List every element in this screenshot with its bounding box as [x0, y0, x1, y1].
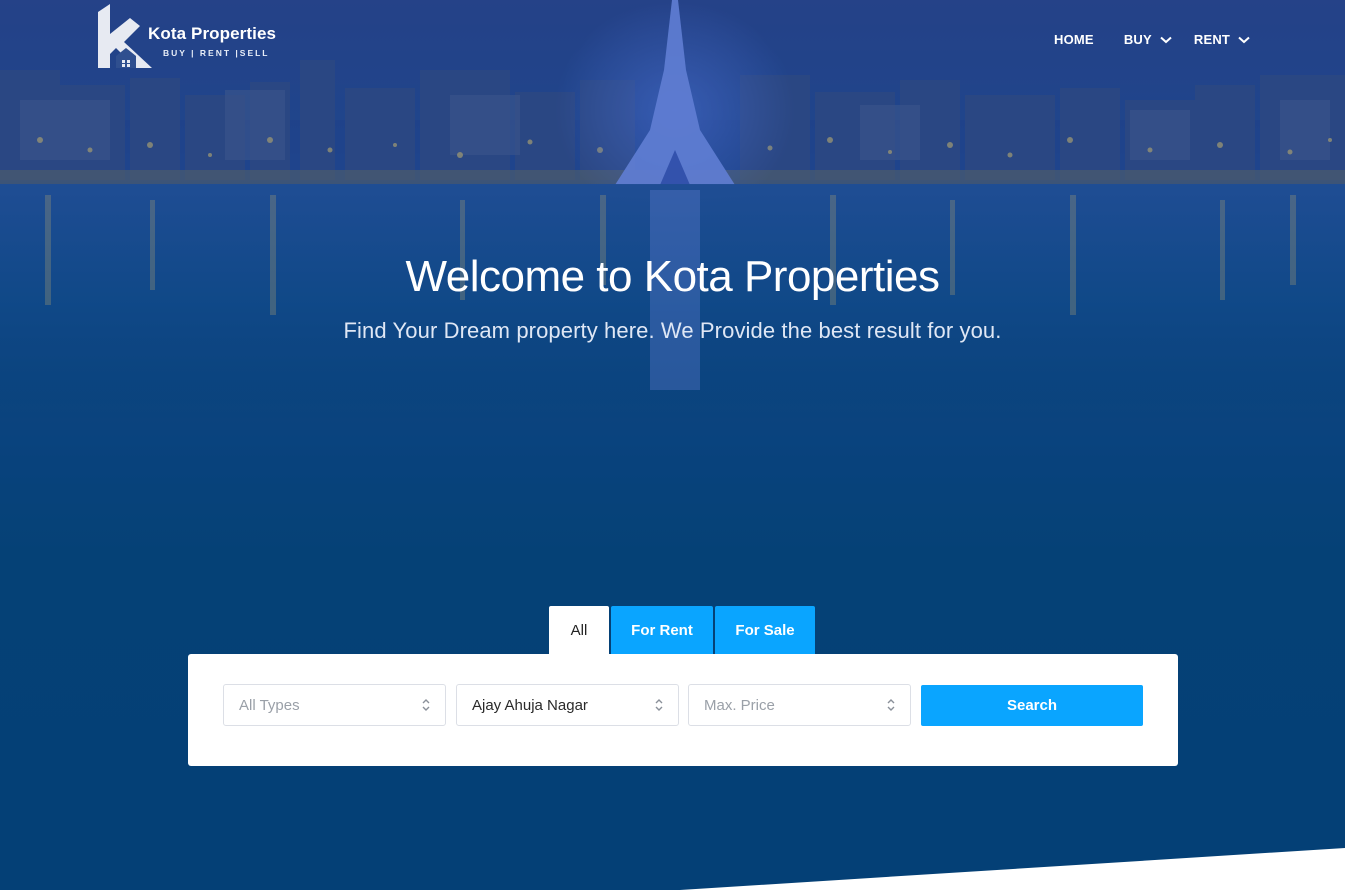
property-type-select[interactable]: All Types: [223, 684, 446, 726]
nav-item-label: HOME: [1054, 32, 1094, 47]
tab-for-sale[interactable]: For Sale: [715, 606, 815, 654]
nav-item-home[interactable]: HOME: [1054, 32, 1094, 47]
nav-item-buy[interactable]: BUY: [1124, 32, 1172, 47]
nav-item-rent[interactable]: RENT: [1194, 32, 1250, 47]
search-panel: All Types Ajay Ahuja Nagar Max. Price Se…: [188, 654, 1178, 766]
search-tabs: All For Rent For Sale: [549, 606, 815, 654]
chevron-down-icon: [1238, 36, 1250, 43]
hero-title: Welcome to Kota Properties: [405, 252, 941, 301]
hero-subtitle: Find Your Dream property here. We Provid…: [343, 318, 1002, 343]
max-price-value: Max. Price: [704, 696, 775, 714]
search-button[interactable]: Search: [921, 685, 1143, 726]
tab-for-rent[interactable]: For Rent: [611, 606, 713, 654]
select-arrows-icon: [887, 699, 895, 711]
brand-tagline: BUY | RENT |SELL: [163, 48, 270, 58]
select-arrows-icon: [422, 699, 430, 711]
brand-name: Kota Properties: [148, 24, 277, 43]
location-select[interactable]: Ajay Ahuja Nagar: [456, 684, 679, 726]
nav-item-label: RENT: [1193, 32, 1231, 47]
chevron-down-icon: [1160, 36, 1172, 43]
main-nav: HOME BUY RENT: [1054, 32, 1250, 47]
logo-k-house-icon: [98, 4, 152, 68]
select-arrows-icon: [655, 699, 663, 711]
nav-item-label: BUY: [1123, 32, 1152, 47]
max-price-select[interactable]: Max. Price: [688, 684, 911, 726]
property-type-value: All Types: [239, 696, 300, 714]
site-logo[interactable]: Kota Properties BUY | RENT |SELL: [96, 4, 296, 72]
tab-all[interactable]: All: [549, 606, 609, 654]
location-value: Ajay Ahuja Nagar: [472, 696, 588, 714]
